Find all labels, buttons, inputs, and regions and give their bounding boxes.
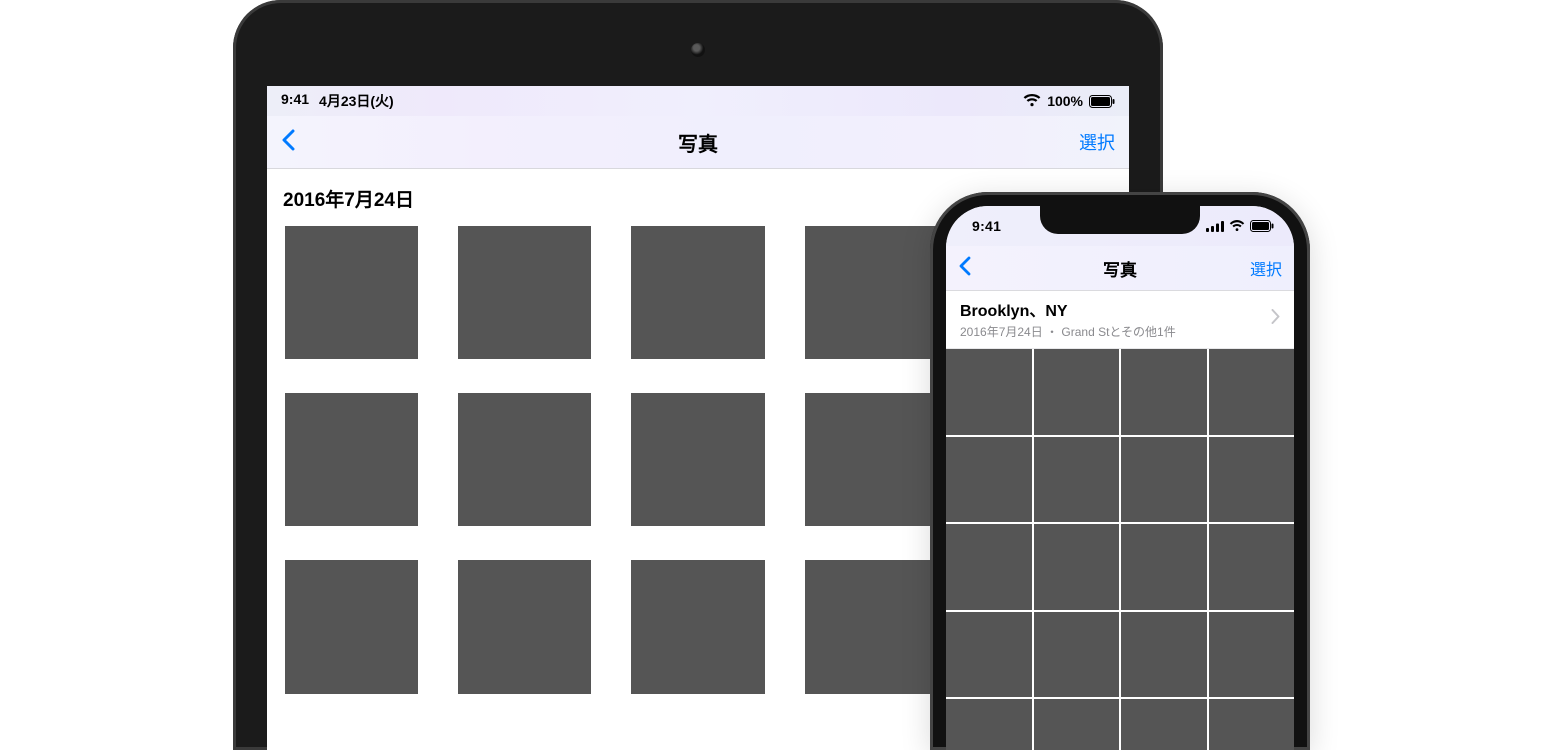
- back-button[interactable]: [281, 129, 296, 156]
- select-button[interactable]: 選択: [1250, 256, 1282, 280]
- photo-thumbnail[interactable]: [1121, 349, 1207, 435]
- photo-thumbnail[interactable]: [1121, 524, 1207, 610]
- photo-thumbnail[interactable]: [1034, 524, 1120, 610]
- photo-thumbnail[interactable]: [946, 612, 1032, 698]
- iphone-screen: 9:41 写真 選択 Brooklyn、NY: [946, 206, 1294, 750]
- photo-thumbnail[interactable]: [285, 393, 418, 526]
- iphone-nav-bar: 写真 選択: [946, 246, 1294, 291]
- section-header[interactable]: Brooklyn、NY 2016年7月24日 ・ Grand Stとその他1件: [946, 291, 1294, 349]
- section-location: Brooklyn、NY: [960, 297, 1271, 321]
- photo-thumbnail[interactable]: [631, 226, 764, 359]
- photo-thumbnail[interactable]: [1209, 612, 1295, 698]
- battery-icon: [1089, 95, 1115, 108]
- battery-icon: [1250, 220, 1274, 232]
- status-battery-percent: 100%: [1047, 93, 1083, 109]
- wifi-icon: [1229, 220, 1245, 232]
- photo-thumbnail[interactable]: [1034, 349, 1120, 435]
- photo-thumbnail[interactable]: [1034, 612, 1120, 698]
- photo-thumbnail[interactable]: [1121, 612, 1207, 698]
- photo-thumbnail[interactable]: [285, 560, 418, 693]
- photo-thumbnail[interactable]: [631, 393, 764, 526]
- photo-thumbnail[interactable]: [805, 560, 938, 693]
- status-date: 4月23日(火): [319, 91, 394, 111]
- wifi-icon: [1023, 94, 1041, 108]
- nav-title: 写真: [678, 128, 718, 157]
- photo-thumbnail[interactable]: [458, 393, 591, 526]
- cellular-icon: [1206, 221, 1224, 232]
- ipad-nav-bar: 写真 選択: [267, 116, 1129, 169]
- photo-thumbnail[interactable]: [946, 524, 1032, 610]
- photo-thumbnail[interactable]: [946, 437, 1032, 523]
- photo-thumbnail[interactable]: [285, 226, 418, 359]
- status-time: 9:41: [281, 91, 309, 111]
- photo-thumbnail[interactable]: [1209, 349, 1295, 435]
- nav-title: 写真: [1103, 256, 1137, 281]
- photo-thumbnail[interactable]: [946, 349, 1032, 435]
- photo-thumbnail[interactable]: [631, 560, 764, 693]
- photo-thumbnail[interactable]: [1121, 437, 1207, 523]
- section-subtitle: 2016年7月24日 ・ Grand Stとその他1件: [960, 323, 1271, 340]
- photo-thumbnail[interactable]: [458, 226, 591, 359]
- photo-thumbnail[interactable]: [1121, 699, 1207, 750]
- photo-thumbnail[interactable]: [805, 393, 938, 526]
- photo-thumbnail[interactable]: [1034, 437, 1120, 523]
- photo-thumbnail[interactable]: [458, 560, 591, 693]
- photo-thumbnail[interactable]: [1034, 699, 1120, 750]
- status-time: 9:41: [972, 218, 1001, 234]
- iphone-notch: [1040, 206, 1200, 234]
- photo-thumbnail[interactable]: [805, 226, 938, 359]
- chevron-right-icon: [1271, 309, 1280, 329]
- ipad-camera: [691, 43, 705, 57]
- photo-thumbnail[interactable]: [1209, 524, 1295, 610]
- photo-thumbnail[interactable]: [1209, 699, 1295, 750]
- photo-thumbnail[interactable]: [1209, 437, 1295, 523]
- select-button[interactable]: 選択: [1079, 129, 1115, 155]
- ipad-status-bar: 9:41 4月23日(火) 100%: [267, 86, 1129, 116]
- back-button[interactable]: [958, 256, 971, 281]
- iphone-photo-grid: [946, 349, 1294, 750]
- iphone-device-frame: 9:41 写真 選択 Brooklyn、NY: [930, 192, 1310, 750]
- photo-thumbnail[interactable]: [946, 699, 1032, 750]
